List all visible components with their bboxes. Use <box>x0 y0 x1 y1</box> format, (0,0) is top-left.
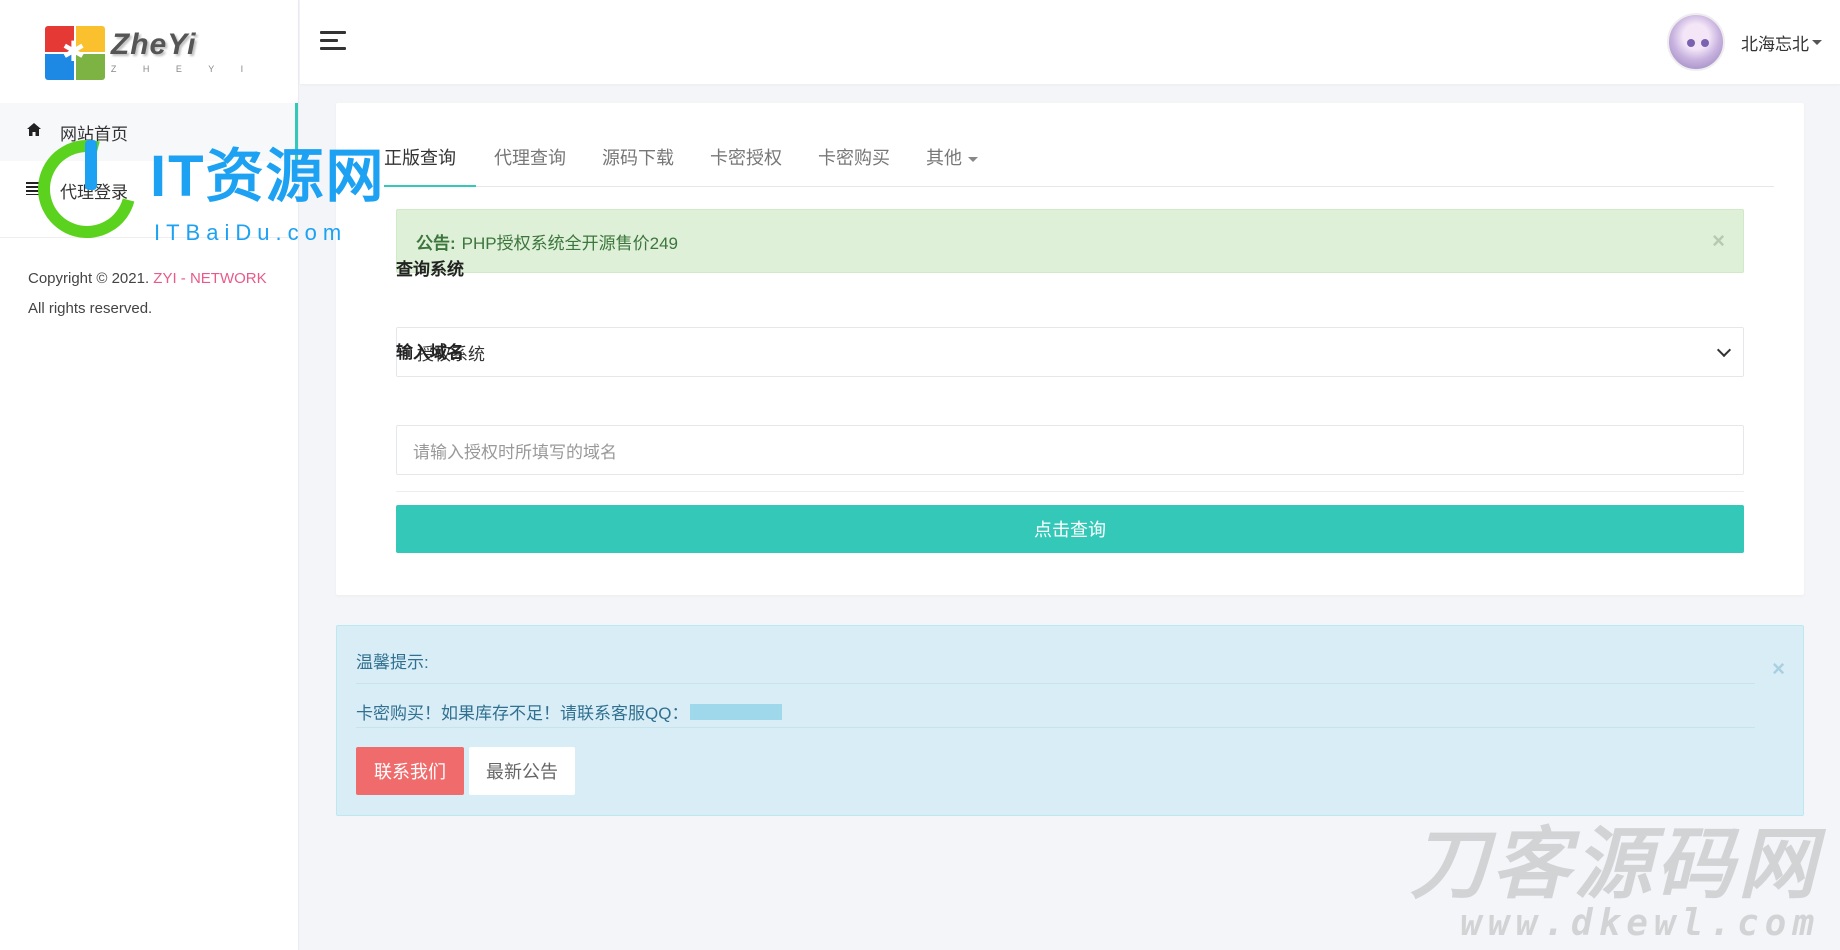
list-icon <box>26 181 44 200</box>
home-icon <box>26 122 44 142</box>
brand-name: ZheYi <box>110 27 197 61</box>
logo-mark-icon: ✱ <box>43 24 105 80</box>
system-select[interactable]: 授权系统 <box>396 327 1744 377</box>
sidebar: ✱ ZheYi Z H E Y I 网站首页 代理登录 Copyright © … <box>0 0 299 950</box>
contact-us-button[interactable]: 联系我们 <box>356 747 464 795</box>
avatar[interactable] <box>1667 13 1725 71</box>
tip-divider <box>356 683 1755 684</box>
tip-text: 卡密购买！如果库存不足！请联系客服QQ： <box>356 704 689 723</box>
tab-card-purchase[interactable]: 卡密购买 <box>800 143 908 187</box>
user-menu[interactable]: 北海忘北 <box>1667 13 1822 71</box>
query-card: 正版查询 代理查询 源码下载 卡密授权 卡密购买 其他 公告: PHP授权系统全… <box>336 103 1804 595</box>
latest-announcement-button[interactable]: 最新公告 <box>469 747 575 795</box>
tab-card-authorization[interactable]: 卡密授权 <box>692 143 800 187</box>
menu-toggle-icon[interactable] <box>320 31 346 51</box>
notice-text: PHP授权系统全开源售价249 <box>461 233 678 253</box>
sidebar-item-agent-login[interactable]: 代理登录 <box>0 161 298 219</box>
domain-input[interactable]: 请输入授权时所填写的域名 <box>396 425 1744 475</box>
tab-agent-query[interactable]: 代理查询 <box>476 143 584 187</box>
tab-bar: 正版查询 代理查询 源码下载 卡密授权 卡密购买 其他 <box>384 143 1774 187</box>
tip-divider <box>356 727 1755 728</box>
domain-label: 输入域名 <box>396 343 464 362</box>
copyright-prefix: Copyright © 2021. <box>28 270 154 287</box>
chevron-down-icon <box>1716 342 1732 358</box>
tab-other[interactable]: 其他 <box>908 143 996 187</box>
sidebar-item-home[interactable]: 网站首页 <box>0 103 298 161</box>
sidebar-item-label: 网站首页 <box>60 124 128 144</box>
copyright-link[interactable]: ZYI - NETWORK <box>153 270 266 287</box>
copyright: Copyright © 2021. ZYI - NETWORK All righ… <box>0 238 298 350</box>
watermark-dkewl: 刀客源码网 www.dkewl.com <box>1410 825 1820 944</box>
tab-source-download[interactable]: 源码下载 <box>584 143 692 187</box>
tip-panel: 温馨提示: × 卡密购买！如果库存不足！请联系客服QQ： 联系我们 最新公告 <box>336 625 1804 816</box>
chevron-down-icon <box>1812 39 1822 45</box>
tab-genuine-query[interactable]: 正版查询 <box>384 143 476 187</box>
copyright-suffix: All rights reserved. <box>28 300 153 317</box>
logo-text: ZheYi Z H E Y I <box>110 27 256 74</box>
chevron-down-icon <box>968 156 978 162</box>
brand-logo[interactable]: ✱ ZheYi Z H E Y I <box>0 0 298 103</box>
username: 北海忘北 <box>1741 34 1809 54</box>
notice-alert: 公告: PHP授权系统全开源售价249 × <box>396 209 1744 273</box>
sidebar-item-label: 代理登录 <box>60 182 128 202</box>
notice-label: 公告: <box>416 233 456 253</box>
watermark-sub: www.dkewl.com <box>1460 903 1820 944</box>
tip-text-row: 卡密购买！如果库存不足！请联系客服QQ： <box>356 699 783 724</box>
query-button[interactable]: 点击查询 <box>396 505 1744 553</box>
form-divider <box>396 491 1744 492</box>
watermark-main: 刀客源码网 <box>1409 820 1820 908</box>
tip-title: 温馨提示: <box>356 653 429 672</box>
tab-other-label: 其他 <box>926 148 962 168</box>
system-label: 查询系统 <box>396 260 464 279</box>
close-icon[interactable]: × <box>1772 656 1785 682</box>
top-header: 北海忘北 <box>300 0 1840 84</box>
close-icon[interactable]: × <box>1712 228 1725 254</box>
brand-subtitle: Z H E Y I <box>110 63 256 74</box>
qq-number-redacted <box>690 703 783 720</box>
